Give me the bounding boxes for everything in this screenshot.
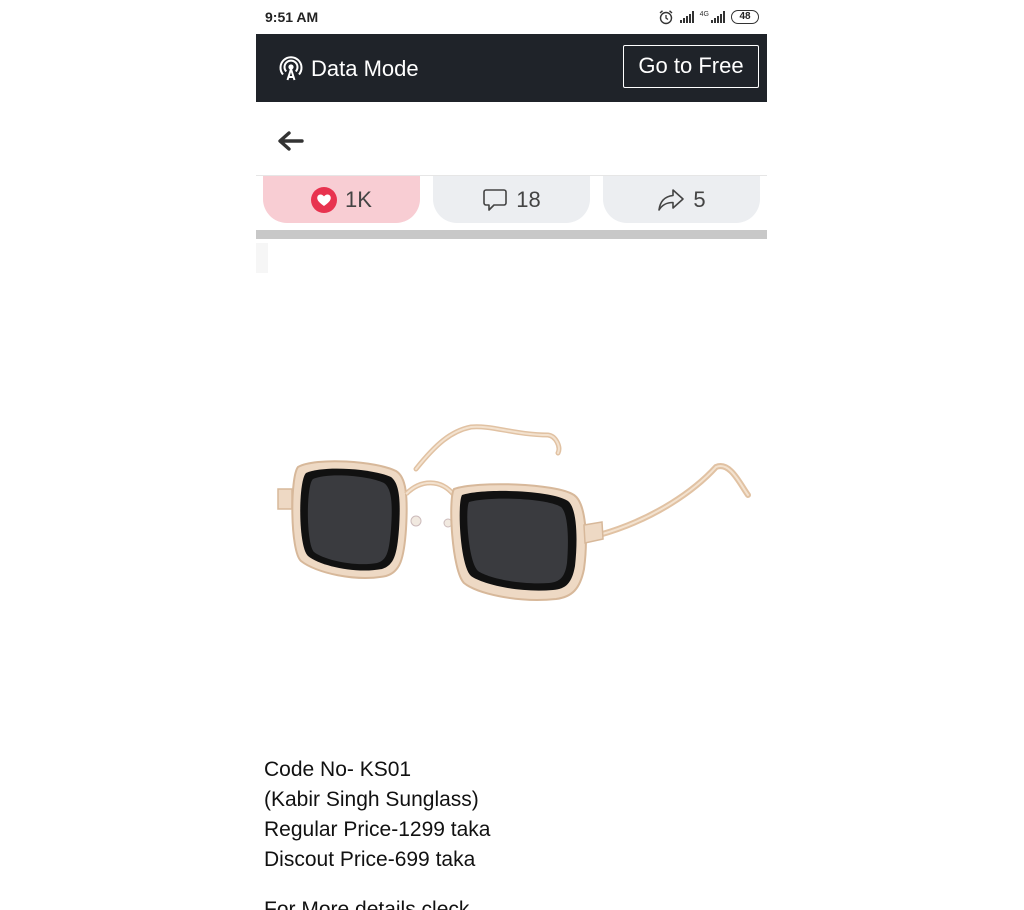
share-button[interactable]: 5 — [603, 176, 760, 223]
heart-icon — [311, 186, 338, 213]
share-arrow-icon — [658, 188, 685, 211]
post-description: Code No- KS01 (Kabir Singh Sunglass) Reg… — [264, 755, 759, 910]
description-line-partial: For More details cleck — [264, 898, 470, 910]
description-line: (Kabir Singh Sunglass) — [264, 788, 479, 811]
go-to-free-button[interactable]: Go to Free — [623, 45, 759, 88]
data-mode-bar: Data Mode Go to Free — [256, 34, 767, 102]
comment-bubble-icon — [483, 188, 508, 211]
phone-screen: 9:51 AM 4G 48 Data Mode Go to Free 1K 18… — [256, 0, 767, 910]
status-icons: 4G 48 — [658, 8, 759, 26]
comment-button[interactable]: 18 — [433, 176, 590, 223]
share-count: 5 — [693, 186, 706, 212]
description-line: Code No- KS01 — [264, 758, 412, 781]
divider — [256, 230, 767, 239]
reaction-bar: 1K 18 5 — [256, 176, 767, 230]
arrow-left-icon[interactable] — [276, 129, 304, 153]
status-time: 9:51 AM — [265, 9, 319, 25]
comment-count: 18 — [516, 186, 541, 212]
post-image[interactable] — [256, 239, 767, 739]
broadcast-icon — [279, 56, 303, 81]
nav-bar — [256, 102, 767, 176]
like-count: 1K — [345, 186, 372, 212]
image-edge — [256, 243, 268, 273]
sunglasses-image — [277, 424, 751, 601]
description-line: Regular Price-1299 taka — [264, 818, 491, 841]
signal-4g-icon: 4G — [700, 11, 725, 23]
description-line: Discout Price-699 taka — [264, 848, 476, 871]
like-button[interactable]: 1K — [263, 176, 420, 223]
signal-icon — [679, 11, 694, 23]
status-bar: 9:51 AM 4G 48 — [256, 0, 767, 34]
battery-icon: 48 — [731, 10, 759, 24]
alarm-icon — [659, 10, 673, 25]
network-label: 4G — [699, 11, 709, 18]
data-mode-label: Data Mode — [311, 56, 419, 81]
